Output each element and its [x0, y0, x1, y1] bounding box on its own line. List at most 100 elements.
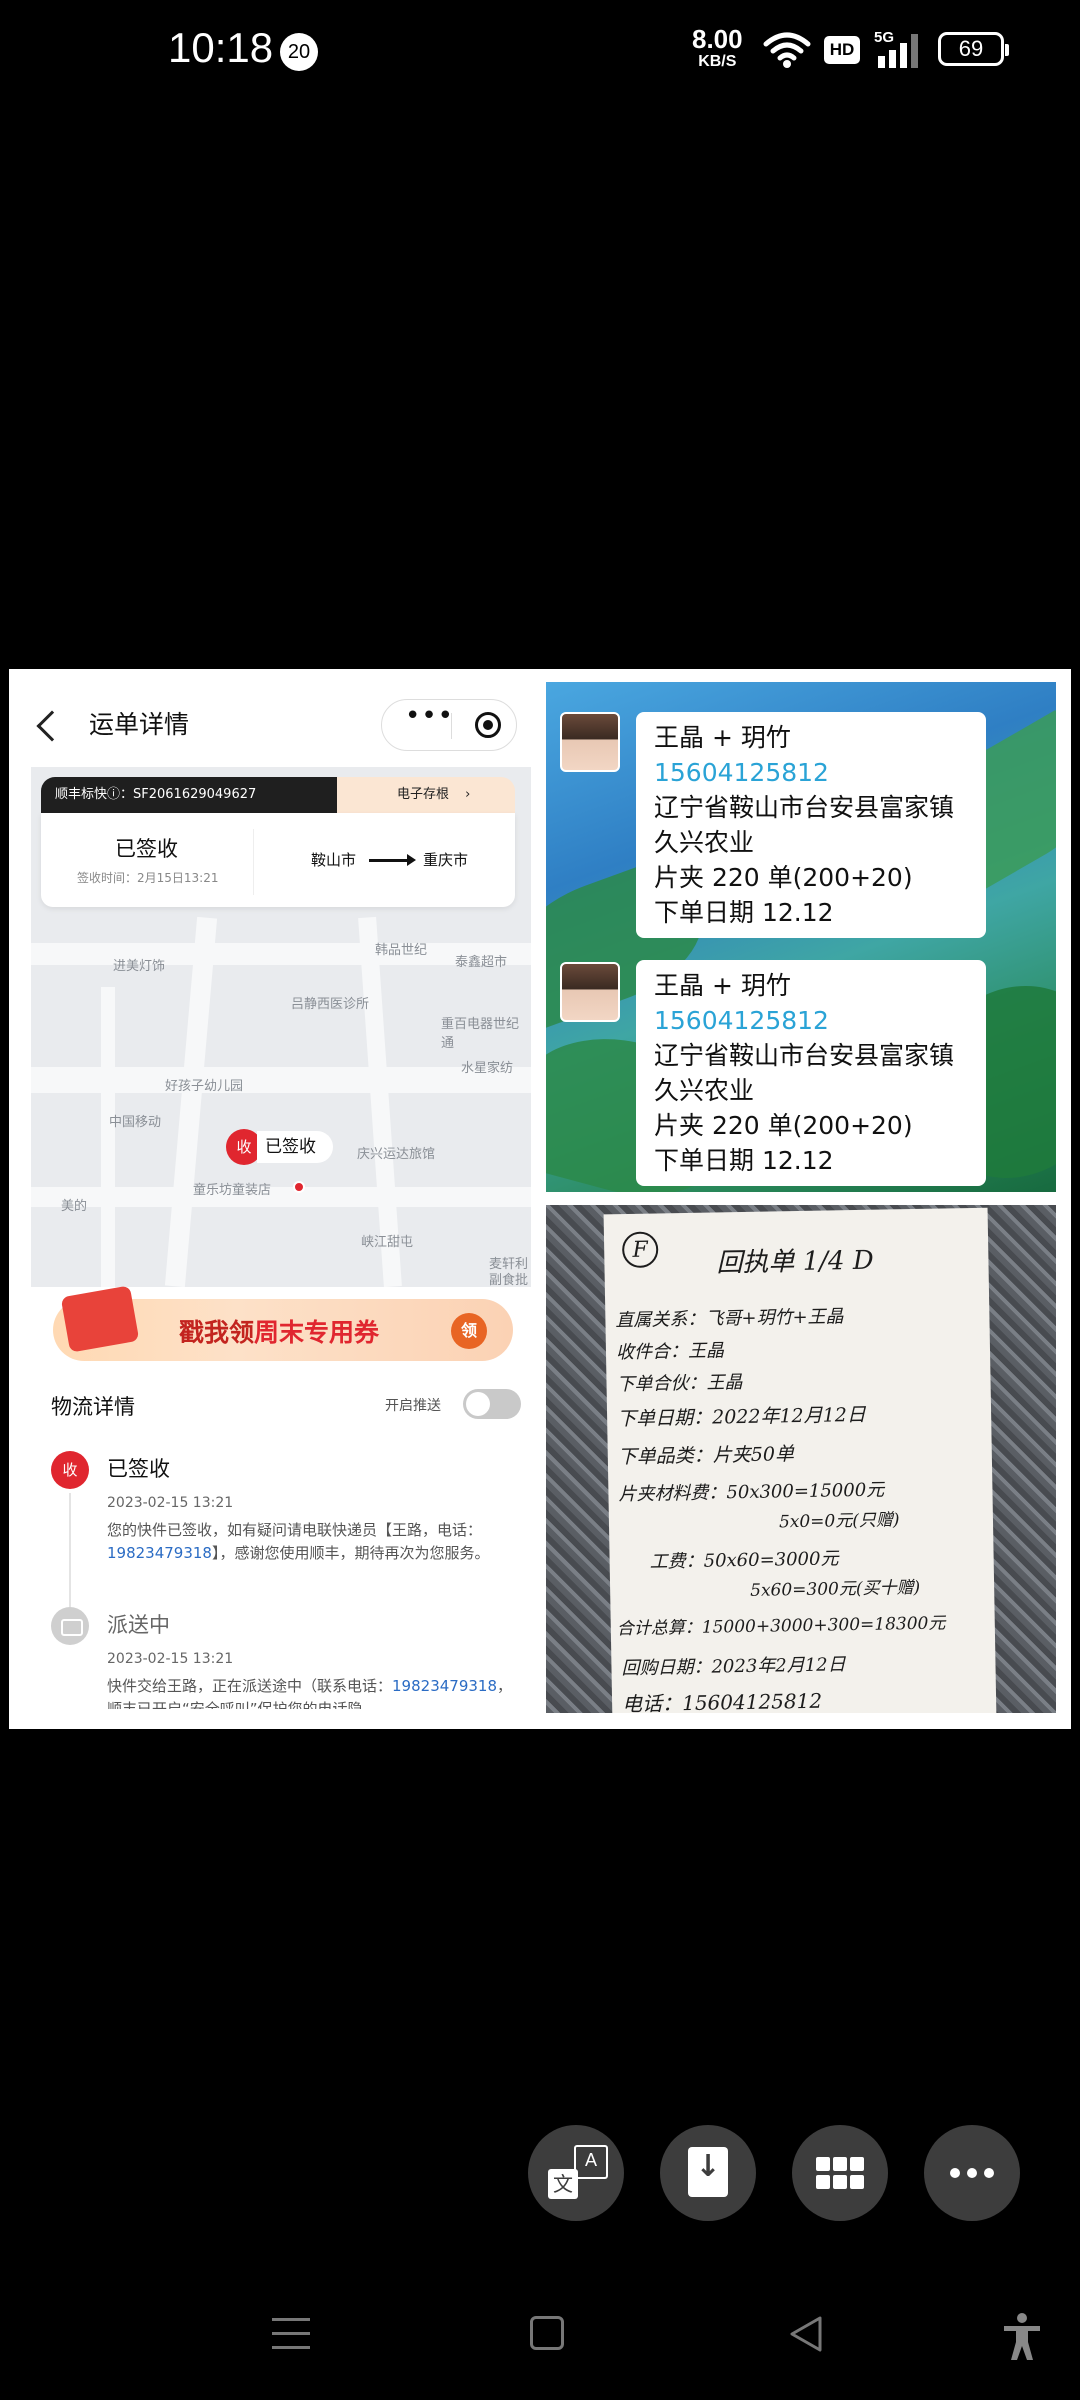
receipt-line: 收件合：王晶: [615, 1340, 725, 1364]
more-icon-dot: [984, 2168, 994, 2178]
message-phone[interactable]: 15604125812: [654, 755, 968, 790]
e-receipt-label: 电子存根: [397, 787, 450, 802]
message-order: 片夹 220 单(200+20): [654, 1111, 913, 1140]
network-speed-unit: KB/S: [698, 53, 737, 70]
map-label: 重百电器世纪通: [441, 1017, 520, 1051]
coupon-claim-badge[interactable]: 领: [451, 1313, 487, 1349]
coupon-prefix: 戳我领: [179, 1318, 255, 1347]
step-description: 快件交给王路，正在派送途中（联系电话：19823479318，顺丰已开启“安全呼…: [107, 1675, 517, 1709]
grid-icon-cell: [850, 2175, 864, 2189]
home-button[interactable]: [530, 2316, 564, 2350]
shared-image[interactable]: 运单详情 ••• 韩品世纪 泰鑫超市 进美灯饰 吕静西医诊所 重百电器世纪通 水…: [9, 669, 1071, 1729]
message-date: 下单日期 12.12: [654, 1146, 834, 1175]
map-label: 庆兴运达旅馆: [357, 1147, 436, 1162]
origin-city: 鞍山市: [311, 851, 357, 869]
grid-icon-cell: [850, 2157, 864, 2171]
receipt-line: 5x0=0元(只赠): [778, 1510, 900, 1533]
map-label: 童乐坊童装店: [193, 1183, 272, 1198]
translate-button[interactable]: [528, 2125, 624, 2221]
receipt-paper: F 回执单 1/4 D 直属关系：飞哥+玥竹+王晶 收件合：王晶 下单合伙：王晶…: [603, 1207, 997, 1713]
signed-step-icon: 收: [51, 1451, 89, 1489]
handwritten-receipt-photo: F 回执单 1/4 D 直属关系：飞哥+玥竹+王晶 收件合：王晶 下单合伙：王晶…: [546, 1205, 1056, 1713]
capsule-divider: [451, 713, 452, 739]
grid-icon-cell: [833, 2175, 847, 2189]
delivery-status: 已签收: [115, 837, 178, 861]
push-toggle[interactable]: [463, 1389, 521, 1419]
waybill-number[interactable]: 顺丰标快ⓘ：SF2061629049627: [41, 777, 347, 813]
close-target-icon: [475, 712, 501, 738]
delivery-truck-icon: [51, 1607, 89, 1645]
receipt-title: 回执单 1/4 D: [716, 1245, 874, 1279]
avatar: [560, 962, 620, 1022]
receipt-line: 合计总算：15000+3000+300=18300元: [616, 1613, 946, 1640]
grid-icon-cell: [816, 2175, 830, 2189]
sign-time: 签收时间：2月15日13:21: [77, 871, 219, 885]
receipt-line: 电话：15604125812: [621, 1688, 823, 1713]
grid-icon: [816, 2157, 830, 2171]
page-title: 运单详情: [89, 710, 190, 739]
receipt-line: 5x60=300元(买十赠): [749, 1577, 921, 1601]
receipt-line: 回购日期：2023年2月12日: [621, 1654, 846, 1680]
battery-indicator: 69: [938, 32, 1009, 66]
accessibility-icon[interactable]: [1000, 2312, 1044, 2362]
shop-marker-icon: [293, 1181, 305, 1193]
signal-icon: 5G: [874, 29, 918, 68]
grid-button[interactable]: [792, 2125, 888, 2221]
avatar: [560, 712, 620, 772]
download-button[interactable]: [660, 2125, 756, 2221]
chat-screenshot: 王晶 + 玥竹 15604125812 辽宁省鞍山市台安县富家镇久兴农业 片夹 …: [546, 682, 1056, 1192]
step-desc-before: 您的快件已签收，如有疑问请电联快递员【王路，电话：: [107, 1521, 483, 1539]
more-icon: •••: [405, 701, 455, 731]
network-type: 5G: [874, 29, 894, 46]
receipt-line: 片夹材料费：50x300=15000元: [618, 1479, 885, 1506]
push-label: 开启推送: [385, 1398, 441, 1414]
message-phone[interactable]: 15604125812: [654, 1003, 968, 1038]
network-speed: 8.00 KB/S: [692, 26, 743, 70]
step-time: 2023-02-15 13:21: [107, 1495, 234, 1511]
map-label: 进美灯饰: [113, 959, 166, 974]
gift-icon: [60, 1285, 140, 1353]
pin-label: 已签收: [257, 1131, 333, 1163]
receipt-line: 下单合伙：王晶: [616, 1371, 743, 1396]
more-icon-dot: [967, 2168, 977, 2178]
message-name: 王晶 + 玥竹: [654, 723, 791, 752]
map-label: 吕静西医诊所: [291, 997, 370, 1012]
grid-icon-cell: [833, 2157, 847, 2171]
more-button[interactable]: [924, 2125, 1020, 2221]
map-label: 好孩子幼儿园: [165, 1079, 244, 1094]
step-time: 2023-02-15 13:21: [107, 1651, 234, 1667]
hd-badge: HD: [824, 36, 860, 64]
receipt-line: 下单日期：2022年12月12日: [616, 1403, 867, 1431]
receipt-line: 直属关系：飞哥+玥竹+王晶: [615, 1306, 844, 1332]
more-icon: [950, 2168, 960, 2178]
wifi-icon: [763, 32, 811, 68]
message-address: 辽宁省鞍山市台安县富家镇久兴农业: [654, 1041, 955, 1105]
network-speed-value: 8.00: [692, 24, 743, 54]
map-label: 韩品世纪: [375, 943, 428, 958]
map-label: 泰鑫超市: [455, 955, 508, 970]
receipt-line: 工费：50x60=3000元: [649, 1548, 839, 1573]
courier-phone-link[interactable]: 19823479318: [392, 1677, 497, 1695]
back-button[interactable]: [786, 2314, 826, 2354]
map-label: 水星家纺: [461, 1061, 514, 1076]
message-name: 王晶 + 玥竹: [654, 971, 791, 1000]
destination-city: 重庆市: [423, 851, 469, 869]
waybill-screenshot: 运单详情 ••• 韩品世纪 泰鑫超市 进美灯饰 吕静西医诊所 重百电器世纪通 水…: [19, 679, 532, 1717]
chevron-right-icon: ›: [465, 787, 471, 802]
e-receipt-link[interactable]: 电子存根 ›: [337, 777, 515, 813]
map-label: 美的: [61, 1199, 88, 1214]
receipt-mark: F: [621, 1231, 659, 1269]
chat-message: 王晶 + 玥竹 15604125812 辽宁省鞍山市台安县富家镇久兴农业 片夹 …: [636, 960, 986, 1186]
map-label: 中国移动: [109, 1115, 162, 1130]
courier-phone-link[interactable]: 19823479318: [107, 1544, 212, 1562]
route-divider: [253, 829, 254, 895]
message-date: 下单日期 12.12: [654, 898, 834, 927]
message-address: 辽宁省鞍山市台安县富家镇久兴农业: [654, 793, 955, 857]
step-title: 已签收: [107, 1457, 170, 1481]
step-description: 您的快件已签收，如有疑问请电联快递员【王路，电话： 19823479318】，感谢…: [107, 1519, 517, 1565]
recent-apps-button[interactable]: [272, 2316, 310, 2354]
coupon-highlight: 周末专用券: [254, 1318, 380, 1347]
step-desc-before: 快件交给王路，正在派送途中（联系电话：: [107, 1677, 393, 1695]
chat-message: 王晶 + 玥竹 15604125812 辽宁省鞍山市台安县富家镇久兴农业 片夹 …: [636, 712, 986, 938]
status-time: 10:18: [168, 24, 274, 71]
